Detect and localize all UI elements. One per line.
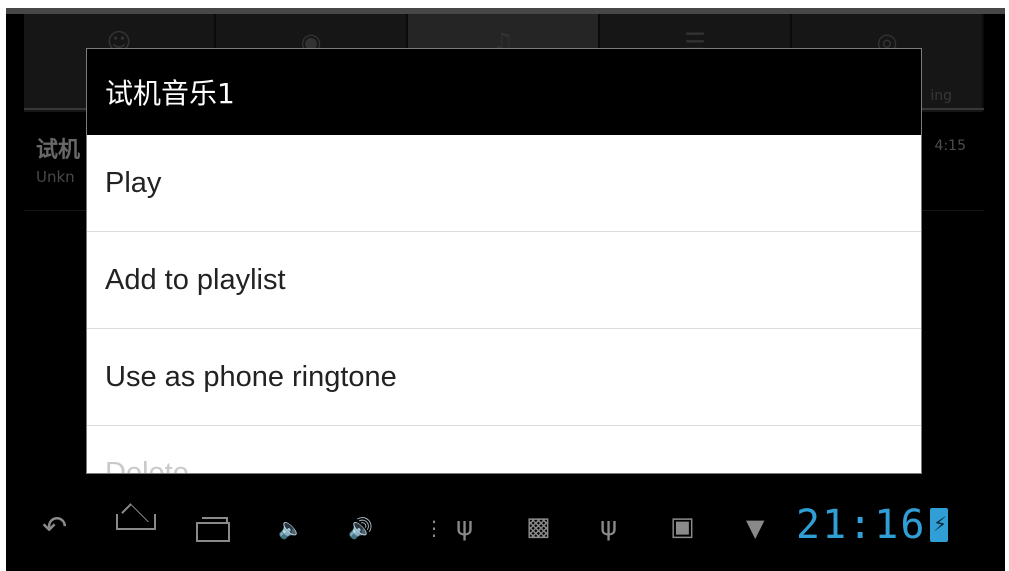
menu-item-label: Use as phone ringtone (105, 360, 397, 393)
usb-icon: ψ (456, 512, 474, 542)
dialog-title-bar: 试机音乐1 (87, 49, 921, 135)
sd-card-icon: ▣ (670, 512, 695, 542)
home-icon[interactable] (116, 514, 156, 530)
dialog-menu-list: Play Add to playlist Use as phone ringto… (87, 135, 921, 473)
menu-item-play[interactable]: Play (87, 135, 921, 232)
battery-charging-icon[interactable]: ⚡ (930, 508, 948, 542)
menu-item-label: Delete (105, 457, 189, 474)
menu-item-add-to-playlist[interactable]: Add to playlist (87, 232, 921, 329)
menu-item-label: Add to playlist (105, 263, 286, 296)
menu-icon[interactable]: ⋮ (424, 516, 444, 540)
system-navigation-bar: ↶ 🔈 🔊 ⋮ ψ ▩ ψ ▣ ▼ 21:16 ⚡ (6, 488, 1005, 571)
volume-up-icon[interactable]: 🔊 (348, 516, 373, 540)
recent-apps-icon[interactable] (196, 517, 230, 542)
clock[interactable]: 21:16 (796, 502, 926, 548)
tablet-screen: ☺ ◉ ♫ ☰ ◎ ing 试机 Unkn 4:15 试机音乐1 Play Ad… (6, 8, 1005, 571)
menu-item-use-as-ringtone[interactable]: Use as phone ringtone (87, 329, 921, 426)
menu-item-label: Play (105, 166, 162, 199)
menu-item-delete[interactable]: Delete (87, 426, 921, 474)
back-icon[interactable]: ↶ (42, 510, 67, 545)
context-menu-dialog: 试机音乐1 Play Add to playlist Use as phone … (86, 48, 922, 474)
dialog-title: 试机音乐1 (105, 77, 235, 110)
wifi-icon: ▼ (746, 514, 765, 542)
usb-debugging-icon: ▩ (526, 512, 551, 542)
usb-icon: ψ (600, 512, 618, 542)
volume-down-icon[interactable]: 🔈 (278, 516, 303, 540)
